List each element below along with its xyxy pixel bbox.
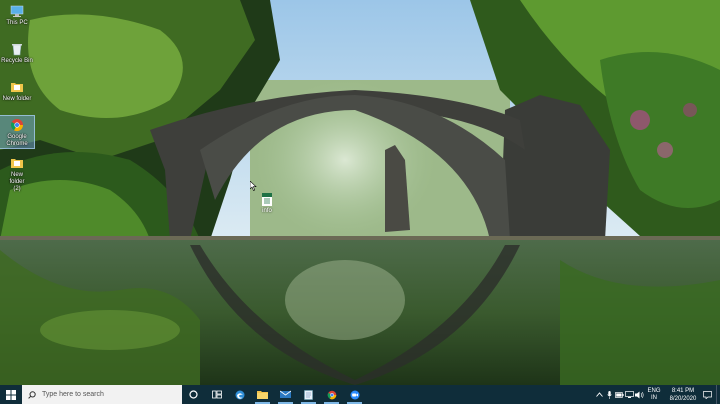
- show-desktop-button[interactable]: [716, 385, 720, 404]
- battery-button[interactable]: [614, 391, 624, 398]
- microphone-icon: [606, 390, 612, 399]
- input-language-indicator[interactable]: ENG IN: [646, 388, 662, 402]
- volume-icon: [634, 391, 643, 398]
- computer-icon: [10, 4, 24, 18]
- desktop-icon-new-folder-2[interactable]: New folder (2): [0, 154, 34, 193]
- clock[interactable]: 8:41 PM 8/20/2020: [666, 387, 700, 403]
- language-code: ENG: [647, 387, 661, 394]
- taskbar-chrome[interactable]: [320, 385, 343, 404]
- desktop-icon-new-folder[interactable]: New folder: [0, 78, 34, 103]
- zoom-icon: [350, 390, 359, 399]
- mouse-cursor-icon: [249, 178, 257, 196]
- edge-icon: [235, 390, 244, 399]
- mail-icon: [280, 390, 291, 398]
- taskbar-notepad[interactable]: [297, 385, 320, 404]
- spreadsheet-file-icon: [262, 193, 272, 206]
- chrome-icon: [10, 118, 24, 132]
- region-code: IN: [651, 394, 657, 401]
- desktop-icon-label: Recycle Bin: [1, 58, 33, 64]
- taskbar-zoom[interactable]: [343, 385, 366, 404]
- chevron-up-icon: [595, 392, 603, 397]
- show-hidden-icons-button[interactable]: [594, 392, 604, 397]
- folder-icon: [10, 80, 24, 94]
- windows-logo-icon: [6, 389, 16, 400]
- system-tray: ENG IN 8:41 PM 8/20/2020: [594, 385, 720, 404]
- folder-icon: [10, 156, 24, 170]
- desktop-icon-label: Google Chrome: [6, 134, 28, 147]
- search-placeholder: Type here to search: [42, 391, 104, 398]
- search-icon: [28, 390, 36, 399]
- taskbar-search-box[interactable]: Type here to search: [22, 385, 182, 404]
- network-icon: [624, 391, 634, 398]
- taskbar: Type here to search ENG IN 8:41 PM 8/20/…: [0, 385, 720, 404]
- clock-time: 8:41 PM: [671, 387, 695, 394]
- desktop-icon-label: New folder (2): [9, 172, 25, 192]
- desktop-icon-label: New folder: [2, 96, 32, 102]
- desktop-icon-recycle-bin[interactable]: Recycle Bin: [0, 40, 34, 65]
- desktop-icon-label: This PC: [6, 20, 28, 26]
- file-label: info: [262, 208, 272, 214]
- clock-date: 8/20/2020: [669, 395, 697, 402]
- taskbar-edge[interactable]: [228, 385, 251, 404]
- battery-icon: [614, 391, 624, 398]
- desktop-icon-this-pc[interactable]: This PC: [0, 2, 34, 27]
- wallpaper-image: [0, 0, 720, 385]
- microphone-button[interactable]: [604, 390, 614, 399]
- action-center-button[interactable]: [700, 390, 714, 399]
- task-view-icon: [211, 390, 222, 399]
- desktop-wallpaper[interactable]: This PC Recycle Bin New folder Google Ch…: [0, 0, 720, 385]
- start-button[interactable]: [0, 385, 22, 404]
- recycle-bin-icon: [10, 42, 24, 56]
- notepad-icon: [304, 389, 313, 400]
- file-explorer-icon: [257, 391, 268, 399]
- task-view-button[interactable]: [205, 385, 228, 404]
- network-button[interactable]: [624, 391, 634, 398]
- desktop-icon-google-chrome[interactable]: Google Chrome: [0, 115, 35, 149]
- taskbar-mail[interactable]: [274, 385, 297, 404]
- notification-icon: [702, 390, 712, 399]
- volume-button[interactable]: [634, 391, 644, 399]
- taskbar-file-explorer[interactable]: [251, 385, 274, 404]
- cortana-icon: [189, 390, 198, 399]
- desktop-file-info[interactable]: info: [256, 193, 278, 214]
- chrome-icon: [327, 390, 336, 399]
- cortana-button[interactable]: [182, 385, 205, 404]
